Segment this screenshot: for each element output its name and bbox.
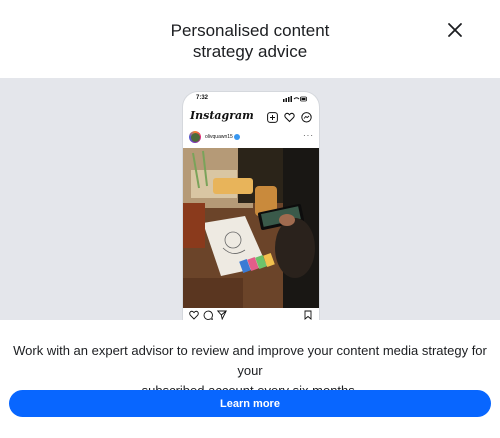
post-actions — [183, 308, 319, 320]
dialog-title: Personalised content strategy advice — [100, 20, 400, 62]
dialog-title-line-1: Personalised content — [170, 21, 330, 40]
avatar[interactable] — [189, 131, 201, 143]
dialog-header: Personalised content strategy advice — [0, 0, 500, 78]
add-post-icon[interactable] — [267, 112, 278, 123]
messenger-icon[interactable] — [301, 112, 312, 123]
bookmark-icon[interactable] — [303, 310, 313, 320]
instagram-top-bar: Instagram — [183, 106, 319, 128]
comment-icon[interactable] — [203, 310, 213, 320]
phone-status-bar: 7:32 — [183, 92, 319, 106]
phone-mockup: 7:32 Instagram olivquawn15 ··· — [182, 91, 320, 320]
preview-banner: 7:32 Instagram olivquawn15 ··· — [0, 78, 500, 320]
learn-more-button[interactable]: Learn more — [9, 390, 491, 417]
post-header: olivquawn15 ··· — [183, 128, 319, 148]
share-icon[interactable] — [217, 310, 227, 320]
description-line-1: Work with an expert advisor to review an… — [13, 343, 487, 378]
post-username[interactable]: olivquawn15 — [205, 134, 233, 140]
like-icon[interactable] — [189, 310, 199, 320]
status-icons — [283, 96, 307, 102]
close-button[interactable] — [444, 19, 466, 41]
more-options-icon[interactable]: ··· — [303, 131, 314, 140]
close-icon — [448, 23, 462, 37]
dialog-title-line-2: strategy advice — [192, 42, 308, 61]
verified-badge-icon — [234, 134, 240, 140]
post-photo — [183, 148, 319, 308]
status-time: 7:32 — [196, 95, 209, 101]
instagram-logo: Instagram — [190, 109, 254, 122]
heart-icon[interactable] — [284, 112, 295, 123]
